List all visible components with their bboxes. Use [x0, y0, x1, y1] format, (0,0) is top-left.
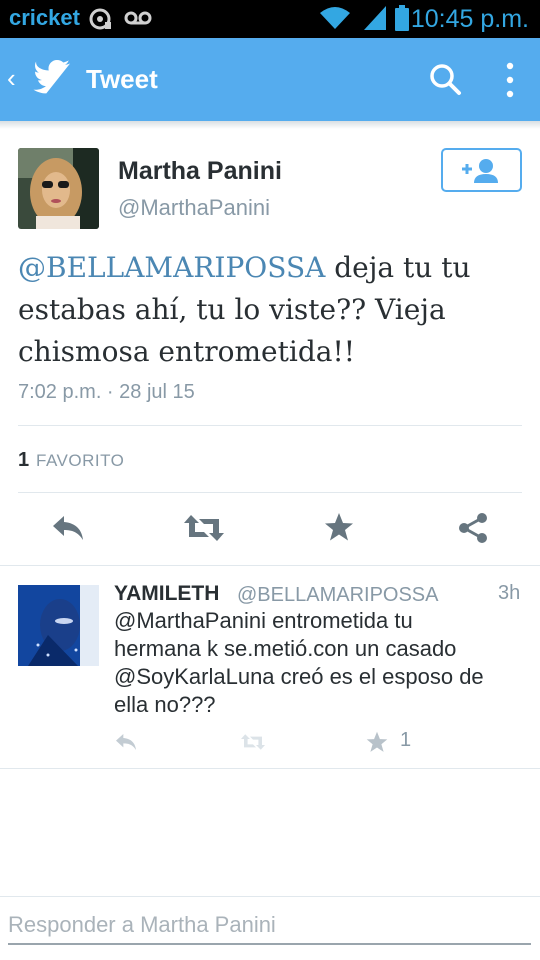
author-avatar[interactable]: [18, 148, 99, 229]
reply-compose-input[interactable]: [8, 907, 531, 945]
wifi-icon: [318, 5, 352, 36]
reply-retweet-icon[interactable]: [240, 733, 266, 756]
overflow-menu-icon[interactable]: [505, 62, 515, 103]
tweet-text-line2: estabas ahí, tu lo viste?? Vieja: [18, 293, 446, 326]
tweet-text-line3: chismosa entrometida!!: [18, 335, 355, 368]
share-icon[interactable]: [458, 512, 488, 549]
battery-icon: [395, 5, 409, 36]
tweet-timestamp: 7:02 p.m. · 28 jul 15: [18, 381, 195, 403]
mention-link[interactable]: @BELLAMARIPOSSA: [18, 251, 325, 284]
tweet-text-line1: deja tu tu: [325, 251, 471, 284]
search-icon[interactable]: [428, 62, 464, 103]
clock: 10:45 p.m.: [410, 5, 529, 33]
app-bar: ‹ Tweet: [0, 38, 540, 121]
reply-icon[interactable]: [51, 513, 85, 548]
reply-author-name[interactable]: YAMILETH: [114, 582, 219, 606]
add-user-icon: [462, 159, 498, 183]
divider: [18, 492, 522, 493]
favorite-label[interactable]: FAVORITO: [36, 451, 124, 471]
chevron-left-icon[interactable]: ‹: [7, 63, 16, 94]
reply-author-avatar[interactable]: [18, 585, 99, 666]
favorite-star-icon[interactable]: [324, 512, 354, 547]
reply-text-line1: @MarthaPanini entrometida tu: [114, 608, 413, 633]
compose-divider: [0, 896, 540, 897]
reply-favorite-star-icon[interactable]: [366, 731, 388, 758]
reply-text: @MarthaPanini entrometida tu hermana k s…: [114, 607, 524, 719]
reply-favorite-count: 1: [400, 729, 412, 751]
reply-author-handle[interactable]: @BELLAMARIPOSSA: [237, 584, 438, 607]
app-bar-shadow: [0, 121, 540, 129]
reply-reply-icon[interactable]: [114, 732, 138, 757]
reply-text-line3: @SoyKarlaLuna creó es el esposo de: [114, 664, 484, 689]
author-handle[interactable]: @MarthaPanini: [118, 195, 270, 221]
signal-icon: [364, 6, 386, 35]
retweet-icon[interactable]: [183, 513, 225, 548]
status-bar: cricket 10:45 p.m.: [0, 0, 540, 38]
tweet-text: @BELLAMARIPOSSA deja tu tu estabas ahí, …: [18, 247, 523, 373]
favorite-count[interactable]: 1: [18, 449, 29, 472]
voicemail-icon: [124, 8, 152, 33]
reply-text-line2: hermana k se.metió.con un casado: [114, 636, 457, 661]
divider: [0, 565, 540, 566]
twitter-bird-icon[interactable]: [33, 60, 73, 99]
carrier-label: cricket: [9, 5, 80, 30]
divider: [18, 425, 522, 426]
follow-button[interactable]: [441, 148, 522, 192]
reply-timestamp: 3h: [498, 582, 521, 604]
divider: [0, 768, 540, 769]
reply-text-line4: ella no???: [114, 692, 216, 717]
sd-card-icon: [89, 8, 113, 35]
page-title: Tweet: [86, 64, 158, 94]
author-name[interactable]: Martha Panini: [118, 157, 282, 186]
